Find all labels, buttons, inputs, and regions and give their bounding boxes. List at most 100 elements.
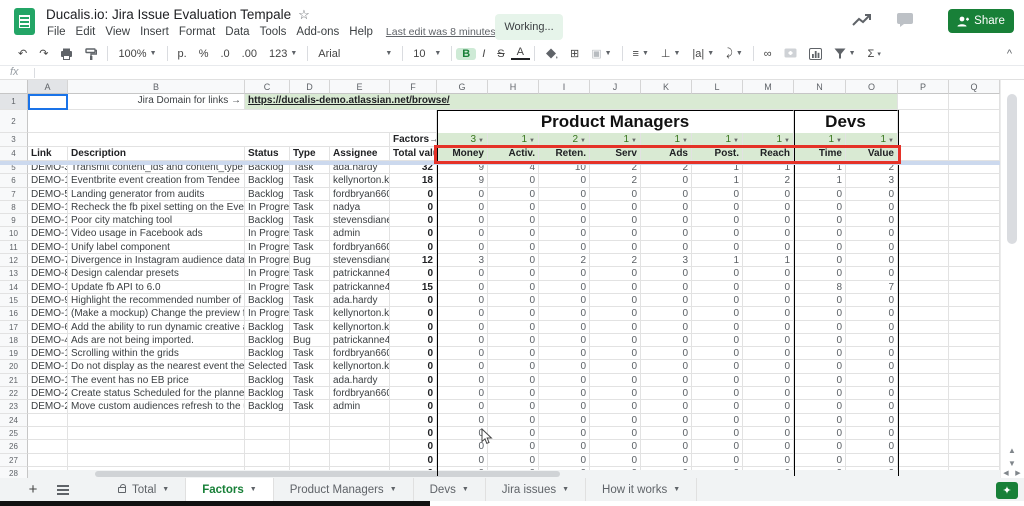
factor-value-cell[interactable]: 0: [641, 200, 692, 215]
factor-value-cell[interactable]: 0: [437, 347, 488, 361]
type-cell[interactable]: Task: [290, 320, 330, 334]
factor-value-cell[interactable]: 0: [846, 333, 898, 348]
issue-link-cell[interactable]: DEMO-7: [28, 254, 68, 268]
type-cell[interactable]: Task: [290, 214, 330, 228]
total-value-cell[interactable]: 0: [390, 453, 437, 467]
issue-link-cell[interactable]: DEMO-13: [28, 214, 68, 228]
column-header-Q[interactable]: Q: [949, 80, 1000, 94]
factor-value-cell[interactable]: 0: [641, 333, 692, 348]
factor-value-cell[interactable]: 0: [692, 200, 743, 215]
weight-dropdown-icon[interactable]: ▼: [836, 138, 842, 144]
text-color-button[interactable]: A: [510, 47, 530, 60]
assignee-cell[interactable]: [330, 440, 390, 454]
factor-value-cell[interactable]: 0: [641, 360, 692, 374]
assignee-cell[interactable]: patrickanne400: [330, 267, 390, 281]
column-header-I[interactable]: I: [539, 80, 590, 94]
factor-value-cell[interactable]: 0: [488, 413, 539, 427]
factor-value-cell[interactable]: 0: [846, 426, 898, 441]
issue-link-cell[interactable]: DEMO-21: [28, 400, 68, 414]
factor-value-cell[interactable]: 0: [641, 413, 692, 427]
factor-value-cell[interactable]: 1: [692, 254, 743, 268]
factor-value-cell[interactable]: 0: [692, 440, 743, 454]
assignee-cell[interactable]: [330, 453, 390, 467]
factor-value-cell[interactable]: 0: [794, 214, 846, 228]
cell[interactable]: [898, 453, 949, 467]
factor-value-cell[interactable]: 0: [488, 293, 539, 308]
cell[interactable]: [898, 426, 949, 441]
status-cell[interactable]: In Progress: [245, 240, 290, 255]
cell[interactable]: [898, 347, 949, 361]
sheet-tab-menu-icon[interactable]: ▼: [673, 486, 680, 493]
factor-value-cell[interactable]: 0: [692, 453, 743, 467]
factor-value-cell[interactable]: 0: [437, 187, 488, 201]
assignee-cell[interactable]: [330, 413, 390, 427]
cell[interactable]: [949, 413, 1000, 427]
assignee-cell[interactable]: kellynorton.kelly: [330, 320, 390, 334]
cell[interactable]: [898, 227, 949, 241]
factor-value-cell[interactable]: 0: [539, 280, 590, 294]
type-cell[interactable]: Bug: [290, 254, 330, 268]
factor-value-cell[interactable]: 0: [641, 320, 692, 334]
column-header-A[interactable]: A: [28, 80, 68, 94]
cell[interactable]: [949, 307, 1000, 321]
factor-value-cell[interactable]: 0: [488, 307, 539, 321]
status-cell[interactable]: Backlog: [245, 333, 290, 348]
factor-value-cell[interactable]: 0: [846, 254, 898, 268]
print-icon[interactable]: [54, 48, 79, 60]
font-select[interactable]: Arial ▼: [312, 48, 398, 60]
column-header-H[interactable]: H: [488, 80, 539, 94]
sheet-tab-jira-issues[interactable]: Jira issues ▼: [486, 478, 587, 501]
factor-value-cell[interactable]: 0: [743, 426, 794, 441]
total-value-cell[interactable]: 0: [390, 333, 437, 348]
cell[interactable]: [949, 440, 1000, 454]
factor-value-cell[interactable]: 0: [846, 227, 898, 241]
description-cell[interactable]: [68, 440, 245, 454]
description-cell[interactable]: Landing generator from audits: [68, 187, 245, 201]
factor-value-cell[interactable]: 0: [590, 373, 641, 388]
factor-value-cell[interactable]: 0: [590, 227, 641, 241]
total-value-cell[interactable]: 0: [390, 347, 437, 361]
vertical-scrollbar-thumb[interactable]: [1007, 94, 1017, 244]
jira-domain-link[interactable]: https://ducalis-demo.atlassian.net/brows…: [248, 95, 450, 106]
factor-value-cell[interactable]: 0: [794, 293, 846, 308]
factor-value-cell[interactable]: 1: [743, 254, 794, 268]
type-cell[interactable]: Task: [290, 387, 330, 401]
factor-value-cell[interactable]: 0: [539, 360, 590, 374]
column-header-B[interactable]: B: [68, 80, 245, 94]
factor-value-cell[interactable]: 0: [488, 174, 539, 188]
cell[interactable]: [898, 240, 949, 255]
menu-add-ons[interactable]: Add-ons: [291, 24, 344, 40]
paint-format-icon[interactable]: [79, 47, 103, 60]
status-cell[interactable]: Backlog: [245, 214, 290, 228]
factor-value-cell[interactable]: 0: [539, 387, 590, 401]
factor-value-cell[interactable]: 0: [539, 347, 590, 361]
cell[interactable]: [28, 110, 437, 133]
cell[interactable]: [28, 133, 390, 147]
total-value-cell[interactable]: 0: [390, 293, 437, 308]
factor-value-cell[interactable]: 0: [794, 400, 846, 414]
factor-value-cell[interactable]: 0: [794, 333, 846, 348]
factor-value-cell[interactable]: 0: [743, 214, 794, 228]
factor-value-cell[interactable]: 0: [692, 373, 743, 388]
sheet-tab-product-managers[interactable]: Product Managers ▼: [274, 478, 414, 501]
share-button[interactable]: Share: [948, 9, 1014, 33]
factor-value-cell[interactable]: 0: [692, 426, 743, 441]
factor-value-cell[interactable]: 0: [743, 347, 794, 361]
cell[interactable]: [898, 280, 949, 294]
factor-value-cell[interactable]: 0: [488, 360, 539, 374]
type-cell[interactable]: [290, 440, 330, 454]
factor-value-cell[interactable]: 0: [437, 320, 488, 334]
total-value-cell[interactable]: 0: [390, 413, 437, 427]
cell[interactable]: [949, 426, 1000, 441]
assignee-cell[interactable]: stevensdiane23: [330, 214, 390, 228]
issue-link-cell[interactable]: DEMO-12: [28, 200, 68, 215]
sheet-tab-menu-icon[interactable]: ▼: [462, 486, 469, 493]
row-header[interactable]: 2: [0, 110, 28, 133]
cell[interactable]: [949, 174, 1000, 188]
factor-value-cell[interactable]: 0: [590, 293, 641, 308]
factor-value-cell[interactable]: 0: [488, 200, 539, 215]
cell[interactable]: [949, 387, 1000, 401]
row-header[interactable]: 14: [0, 280, 28, 294]
issue-link-cell[interactable]: [28, 426, 68, 441]
insert-comment-icon[interactable]: [778, 48, 803, 60]
